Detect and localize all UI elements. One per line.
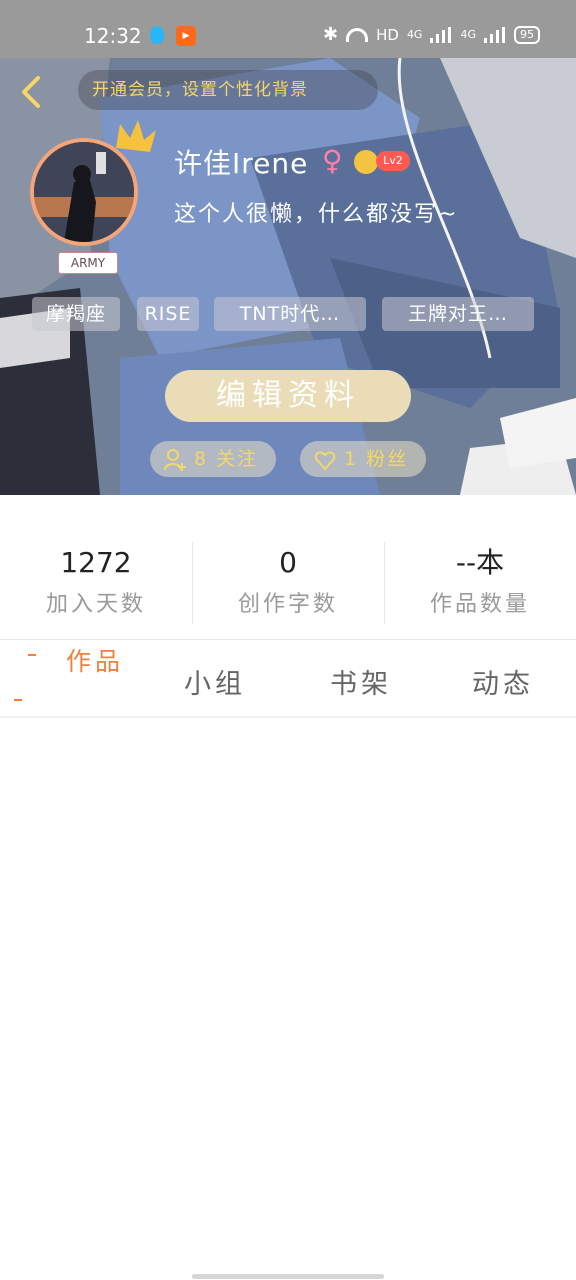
stat-value: --本	[455, 546, 505, 579]
avatar-badge: ARMY	[58, 252, 118, 274]
stat-works-count: --本 作品数量	[384, 540, 576, 626]
profile-tag[interactable]: 摩羯座	[32, 297, 120, 331]
stat-join-days: 1272 加入天数	[0, 540, 192, 626]
tab-groups[interactable]: 小组	[184, 662, 246, 701]
gender-female-icon: ♀	[322, 144, 343, 177]
background-image	[0, 58, 576, 495]
profile-header: 开通会员，设置个性化背景 ARMY 许佳Irene ♀ Lv2 这个人很懒，什么…	[0, 58, 576, 495]
tab-decoration	[28, 654, 36, 656]
signal-label-1: 4G	[406, 28, 423, 41]
signal-icon-2	[484, 26, 506, 43]
hd-label: HD	[376, 25, 399, 44]
profile-tag[interactable]: 王牌对王…	[382, 297, 534, 331]
bio: 这个人很懒，什么都没写~	[174, 202, 459, 227]
battery-icon: 95	[514, 25, 540, 44]
status-time: 12:32	[84, 24, 142, 48]
followers-button[interactable]: 1 粉丝	[300, 441, 426, 477]
signal-icon	[430, 26, 452, 43]
stat-value: 0	[279, 546, 297, 579]
tab-bookshelf[interactable]: 书架	[330, 662, 392, 701]
wifi-icon	[346, 27, 369, 42]
droplet-app-icon	[150, 26, 164, 44]
tab-activity[interactable]: 动态	[472, 662, 534, 701]
edit-profile-button[interactable]: 编辑资料	[165, 370, 411, 422]
following-button[interactable]: 8 关注	[150, 441, 276, 477]
app-notification-icon: ▶	[176, 26, 196, 46]
tab-decoration	[14, 699, 22, 701]
stat-word-count: 0 创作字数	[192, 540, 384, 626]
back-arrow-icon[interactable]	[16, 74, 46, 110]
vip-background-banner[interactable]: 开通会员，设置个性化背景	[78, 70, 378, 110]
profile-tag[interactable]: TNT时代…	[214, 297, 366, 331]
bluetooth-icon: ✱	[323, 24, 339, 45]
stat-label: 作品数量	[429, 592, 530, 617]
signal-label-2: 4G	[460, 28, 476, 41]
user-add-icon	[164, 449, 186, 471]
heart-icon	[314, 451, 336, 471]
tabs-divider	[0, 716, 576, 718]
status-indicators: ✱ HD 4G 4G 95	[323, 24, 540, 45]
status-bar: 12:32 ▶ ✱ HD 4G 4G 95	[0, 0, 576, 58]
stat-label: 创作字数	[237, 592, 338, 617]
tab-works[interactable]: 作品	[66, 642, 124, 678]
stat-label: 加入天数	[45, 592, 146, 617]
profile-tag[interactable]: RISE	[137, 297, 199, 331]
level-badge[interactable]: Lv2	[376, 151, 410, 171]
following-label: 8 关注	[194, 448, 259, 470]
followers-label: 1 粉丝	[344, 448, 409, 470]
nickname: 许佳Irene	[174, 147, 309, 180]
vip-crown-badge-icon	[354, 150, 378, 174]
tab-bar: 作品 小组 书架 动态	[0, 640, 576, 716]
crown-icon	[116, 120, 156, 152]
stat-value: 1272	[60, 546, 132, 579]
stats-row: 1272 加入天数 0 创作字数 --本 作品数量	[0, 540, 576, 626]
home-indicator[interactable]	[192, 1274, 384, 1279]
